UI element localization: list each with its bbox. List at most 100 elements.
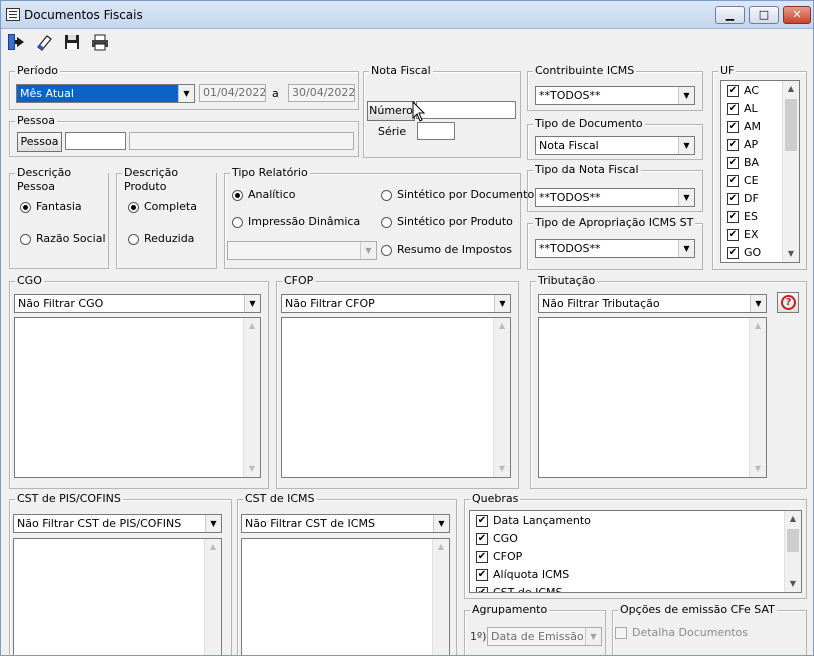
cst-icms-scrollbar[interactable]: ▲ — [432, 539, 449, 655]
radio-impressao-dinamica[interactable]: Impressão Dinâmica — [232, 215, 360, 229]
checkbox-box[interactable]: ✔ — [727, 193, 739, 205]
cst-pis-select[interactable]: Não Filtrar CST de PIS/COFINS ▼ — [13, 514, 222, 533]
date-to-field[interactable]: 30/04/2022 — [288, 84, 355, 102]
quebras-item[interactable]: ✔ Data Lançamento — [474, 512, 591, 530]
minimize-button[interactable]: ▁ — [715, 6, 745, 24]
radio-sintetico-produto[interactable]: Sintético por Produto — [381, 215, 513, 229]
checkbox-box[interactable]: ✔ — [727, 247, 739, 259]
scroll-up-icon[interactable]: ▲ — [783, 81, 799, 97]
exit-door-icon[interactable] — [4, 31, 28, 55]
scroll-down-icon[interactable]: ▼ — [244, 461, 260, 477]
floppy-disk-icon[interactable] — [60, 31, 84, 55]
pessoa-button[interactable]: Pessoa — [17, 132, 62, 152]
scroll-down-icon[interactable]: ▼ — [783, 246, 799, 262]
scroll-thumb[interactable] — [787, 529, 799, 552]
numero-button[interactable]: Número — [367, 101, 415, 121]
radio-resumo-impostos[interactable]: Resumo de Impostos — [381, 243, 512, 257]
chevron-down-icon[interactable]: ▼ — [205, 515, 221, 532]
cst-icms-list[interactable]: ▲ — [241, 538, 450, 655]
checkbox-box[interactable]: ✔ — [727, 85, 739, 97]
tributacao-select[interactable]: Não Filtrar Tributação ▼ — [538, 294, 767, 313]
checkbox-box[interactable]: ✔ — [727, 157, 739, 169]
uf-scrollbar[interactable]: ▲ ▼ — [782, 81, 799, 262]
uf-item[interactable]: ✔ GO — [725, 244, 761, 262]
tipo-nota-select[interactable]: **TODOS** ▼ — [535, 188, 695, 207]
tributacao-scrollbar[interactable]: ▲ ▼ — [749, 318, 766, 477]
scroll-down-icon[interactable]: ▼ — [785, 576, 801, 592]
cfop-select[interactable]: Não Filtrar CFOP ▼ — [281, 294, 511, 313]
scroll-thumb[interactable] — [785, 99, 797, 151]
title-bar[interactable]: Documentos Fiscais ▁ □ ✕ — [1, 1, 813, 29]
checkbox-box[interactable]: ✔ — [727, 211, 739, 223]
close-button[interactable]: ✕ — [783, 6, 811, 24]
chevron-down-icon[interactable]: ▼ — [178, 85, 194, 102]
checkbox-box[interactable]: ✔ — [476, 551, 488, 563]
cgo-scrollbar[interactable]: ▲ ▼ — [243, 318, 260, 477]
quebras-item[interactable]: ✔ CGO — [474, 530, 518, 548]
cst-icms-select[interactable]: Não Filtrar CST de ICMS ▼ — [241, 514, 450, 533]
tipo-documento-select[interactable]: Nota Fiscal ▼ — [535, 136, 695, 155]
radio-sintetico-documento[interactable]: Sintético por Documento — [381, 188, 534, 202]
quebras-item[interactable]: ✔ Alíquota ICMS — [474, 566, 569, 584]
cgo-list[interactable]: ▲ ▼ — [14, 317, 261, 478]
tipo-apropriacao-select[interactable]: **TODOS** ▼ — [535, 239, 695, 258]
chevron-down-icon[interactable]: ▼ — [678, 189, 694, 206]
scroll-up-icon[interactable]: ▲ — [785, 511, 801, 527]
uf-item[interactable]: ✔ ES — [725, 208, 758, 226]
checkbox-box[interactable]: ✔ — [476, 533, 488, 545]
uf-item[interactable]: ✔ BA — [725, 154, 759, 172]
radio-fantasia[interactable]: Fantasia — [20, 200, 82, 214]
scroll-down-icon[interactable]: ▼ — [750, 461, 766, 477]
chevron-down-icon[interactable]: ▼ — [244, 295, 260, 312]
chevron-down-icon[interactable]: ▼ — [433, 515, 449, 532]
checkbox-box[interactable]: ✔ — [727, 121, 739, 133]
quebras-scrollbar[interactable]: ▲ ▼ — [784, 511, 801, 592]
scroll-up-icon[interactable]: ▲ — [494, 318, 510, 334]
uf-item[interactable]: ✔ AP — [725, 136, 758, 154]
uf-item[interactable]: ✔ CE — [725, 172, 759, 190]
eraser-icon[interactable] — [32, 31, 56, 55]
contribuinte-select[interactable]: **TODOS** ▼ — [535, 86, 695, 105]
quebras-item[interactable]: ✔ CST de ICMS — [474, 584, 563, 592]
cst-pis-list[interactable]: ▲ — [13, 538, 222, 655]
scroll-up-icon[interactable]: ▲ — [433, 539, 449, 555]
radio-razao-social[interactable]: Razão Social — [20, 232, 106, 246]
uf-item[interactable]: ✔ AM — [725, 118, 761, 136]
chevron-down-icon[interactable]: ▼ — [750, 295, 766, 312]
chevron-down-icon[interactable]: ▼ — [678, 87, 694, 104]
printer-icon[interactable] — [88, 31, 112, 55]
cst-pis-scrollbar[interactable]: ▲ — [204, 539, 221, 655]
radio-reduzida[interactable]: Reduzida — [128, 232, 194, 246]
quebras-item[interactable]: ✔ CFOP — [474, 548, 522, 566]
cfop-scrollbar[interactable]: ▲ ▼ — [493, 318, 510, 477]
checkbox-box[interactable]: ✔ — [476, 515, 488, 527]
uf-item[interactable]: ✔ AL — [725, 100, 758, 118]
uf-item[interactable]: ✔ DF — [725, 190, 759, 208]
scroll-up-icon[interactable]: ▲ — [205, 539, 221, 555]
uf-list[interactable]: ✔ AC ✔ AL ✔ AM ✔ AP ✔ BA ✔ CE ✔ DF ✔ ES ✔ EX ✔ GO ▲ ▼ — [720, 80, 800, 263]
checkbox-box[interactable]: ✔ — [727, 103, 739, 115]
radio-analitico[interactable]: Analítico — [232, 188, 296, 202]
cgo-select[interactable]: Não Filtrar CGO ▼ — [14, 294, 261, 313]
scroll-up-icon[interactable]: ▲ — [244, 318, 260, 334]
chevron-down-icon[interactable]: ▼ — [678, 240, 694, 257]
quebras-list[interactable]: ✔ Data Lançamento ✔ CGO ✔ CFOP ✔ Alíquota ICMS ✔… — [469, 510, 802, 593]
tributacao-list[interactable]: ▲ ▼ — [538, 317, 767, 478]
pessoa-code-field[interactable] — [65, 132, 126, 150]
help-button[interactable]: ? — [777, 292, 799, 313]
serie-field[interactable] — [417, 122, 455, 140]
uf-item[interactable]: ✔ EX — [725, 226, 759, 244]
scroll-up-icon[interactable]: ▲ — [750, 318, 766, 334]
chevron-down-icon[interactable]: ▼ — [678, 137, 694, 154]
radio-completa[interactable]: Completa — [128, 200, 197, 214]
checkbox-box[interactable]: ✔ — [476, 569, 488, 581]
checkbox-box[interactable]: ✔ — [727, 139, 739, 151]
numero-field[interactable] — [416, 101, 516, 119]
uf-item[interactable]: ✔ AC — [725, 82, 759, 100]
maximize-button[interactable]: □ — [749, 6, 779, 24]
scroll-down-icon[interactable]: ▼ — [494, 461, 510, 477]
cfop-list[interactable]: ▲ ▼ — [281, 317, 511, 478]
checkbox-box[interactable]: ✔ — [727, 175, 739, 187]
periodo-select[interactable]: Mês Atual ▼ — [16, 84, 195, 103]
chevron-down-icon[interactable]: ▼ — [494, 295, 510, 312]
